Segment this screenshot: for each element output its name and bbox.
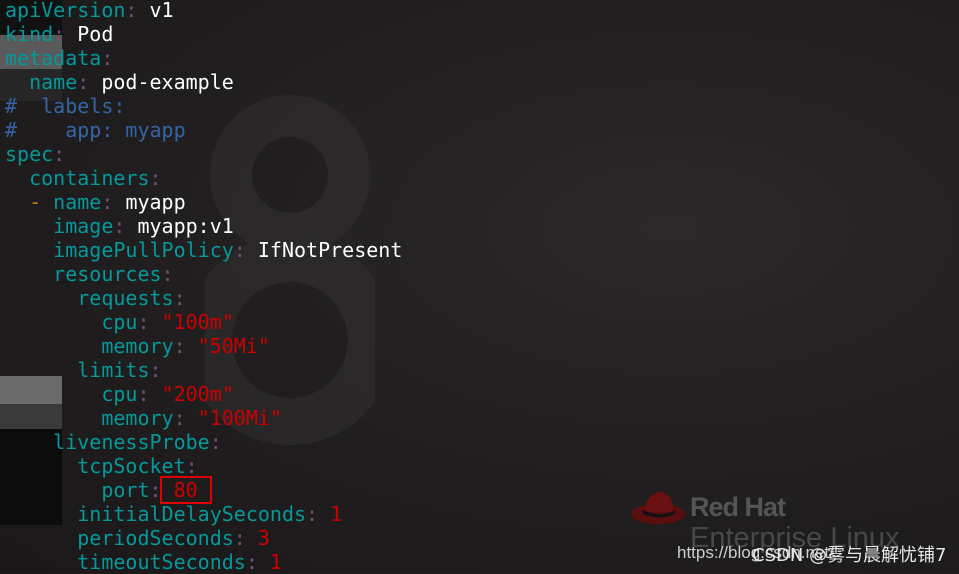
code-line: # app: myapp bbox=[5, 118, 402, 142]
yaml-punctuation: : bbox=[113, 214, 138, 238]
yaml-key: memory bbox=[5, 334, 174, 358]
code-line: kind: Pod bbox=[5, 22, 402, 46]
code-line: spec: bbox=[5, 142, 402, 166]
yaml-punctuation: : bbox=[137, 382, 162, 406]
yaml-punctuation: : bbox=[125, 0, 150, 22]
code-line: containers: bbox=[5, 166, 402, 190]
yaml-number-string: "200m" bbox=[161, 382, 234, 406]
yaml-key: requests bbox=[5, 286, 174, 310]
watermark-author: CSDN @雾与晨解忧铺7 bbox=[752, 545, 947, 566]
yaml-key: resources bbox=[5, 262, 162, 286]
yaml-punctuation: : bbox=[101, 190, 126, 214]
yaml-punctuation: : bbox=[209, 430, 222, 454]
yaml-punctuation: : bbox=[245, 550, 270, 574]
yaml-editor[interactable]: apiVersion: v1 kind: Pod metadata: name: p… bbox=[5, 0, 402, 574]
code-line: periodSeconds: 3 bbox=[5, 526, 402, 550]
yaml-value: v1 bbox=[149, 0, 174, 22]
yaml-punctuation: : bbox=[173, 334, 198, 358]
yaml-punctuation: : bbox=[185, 454, 198, 478]
code-line: cpu: "200m" bbox=[5, 382, 402, 406]
yaml-punctuation: : bbox=[306, 502, 331, 526]
yaml-punctuation: : bbox=[53, 22, 78, 46]
yaml-punctuation: : bbox=[149, 358, 162, 382]
code-line: imagePullPolicy: IfNotPresent bbox=[5, 238, 402, 262]
code-line: cpu: "100m" bbox=[5, 310, 402, 334]
yaml-key: image bbox=[5, 214, 114, 238]
yaml-key: containers bbox=[5, 166, 150, 190]
code-line: timeoutSeconds: 1 bbox=[5, 550, 402, 574]
yaml-punctuation: : bbox=[137, 310, 162, 334]
yaml-key: apiVersion bbox=[5, 0, 126, 22]
yaml-key: timeoutSeconds bbox=[5, 550, 246, 574]
code-line: requests: bbox=[5, 286, 402, 310]
yaml-punctuation: : bbox=[233, 526, 258, 550]
code-line: memory: "100Mi" bbox=[5, 406, 402, 430]
yaml-number-string: "50Mi" bbox=[197, 334, 270, 358]
yaml-key: initialDelaySeconds bbox=[5, 502, 307, 526]
yaml-key: imagePullPolicy bbox=[5, 238, 234, 262]
redhat-logo: Red Hat Enterprise Linux bbox=[630, 488, 900, 554]
yaml-number-string: 1 bbox=[269, 550, 282, 574]
yaml-key: name bbox=[53, 190, 102, 214]
yaml-punctuation: : bbox=[161, 262, 174, 286]
code-line: image: myapp:v1 bbox=[5, 214, 402, 238]
code-line: memory: "50Mi" bbox=[5, 334, 402, 358]
yaml-key: tcpSocket bbox=[5, 454, 186, 478]
yaml-punctuation: : bbox=[173, 286, 186, 310]
yaml-list-dash: - bbox=[5, 190, 54, 214]
yaml-number-string: "100Mi" bbox=[197, 406, 282, 430]
yaml-punctuation: : bbox=[101, 46, 114, 70]
yaml-punctuation: : bbox=[77, 70, 102, 94]
yaml-key: livenessProbe bbox=[5, 430, 210, 454]
yaml-value: IfNotPresent bbox=[257, 238, 403, 262]
yaml-punctuation: : bbox=[173, 406, 198, 430]
code-line: # labels: bbox=[5, 94, 402, 118]
code-line: initialDelaySeconds: 1 bbox=[5, 502, 402, 526]
code-line: apiVersion: v1 bbox=[5, 0, 402, 22]
yaml-key: name bbox=[5, 70, 78, 94]
yaml-punctuation: : bbox=[149, 166, 162, 190]
code-line: metadata: bbox=[5, 46, 402, 70]
yaml-comment: # labels: bbox=[5, 94, 126, 118]
code-line: - name: myapp bbox=[5, 190, 402, 214]
yaml-value: pod-example bbox=[101, 70, 234, 94]
brand-title: Red Hat bbox=[690, 492, 786, 522]
yaml-key: memory bbox=[5, 406, 174, 430]
yaml-number-string: "100m" bbox=[161, 310, 234, 334]
code-line: name: pod-example bbox=[5, 70, 402, 94]
yaml-punctuation: : bbox=[53, 142, 66, 166]
yaml-value: Pod bbox=[77, 22, 114, 46]
yaml-key: metadata bbox=[5, 46, 102, 70]
yaml-key: cpu bbox=[5, 382, 138, 406]
yaml-number-string: 3 bbox=[257, 526, 270, 550]
redhat-hat-icon bbox=[631, 492, 685, 524]
yaml-key: kind bbox=[5, 22, 54, 46]
yaml-punctuation: : bbox=[149, 478, 162, 502]
yaml-value: myapp bbox=[125, 190, 186, 214]
yaml-key: cpu bbox=[5, 310, 138, 334]
yaml-key: periodSeconds bbox=[5, 526, 234, 550]
yaml-value: myapp:v1 bbox=[137, 214, 234, 238]
yaml-comment: # app: myapp bbox=[5, 118, 186, 142]
highlighted-port-value: 80 bbox=[159, 476, 212, 504]
code-line: port: 80 bbox=[5, 476, 402, 504]
yaml-key: spec bbox=[5, 142, 54, 166]
yaml-key: port bbox=[5, 478, 150, 502]
code-line: livenessProbe: bbox=[5, 430, 402, 454]
yaml-punctuation: : bbox=[233, 238, 258, 262]
code-line: limits: bbox=[5, 358, 402, 382]
code-line: tcpSocket: bbox=[5, 454, 402, 478]
code-line: resources: bbox=[5, 262, 402, 286]
yaml-number-string: 1 bbox=[330, 502, 343, 526]
yaml-key: limits bbox=[5, 358, 150, 382]
